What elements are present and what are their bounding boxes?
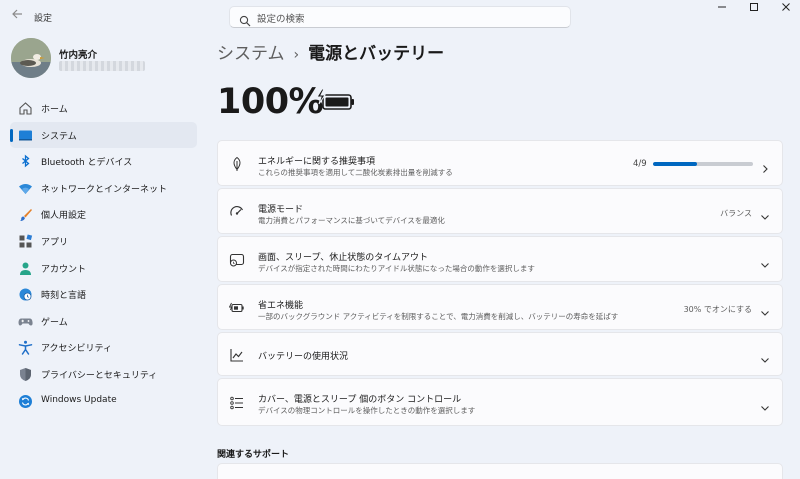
sidebar-item-apps[interactable]: アプリ [10, 228, 197, 255]
chevron-down-icon[interactable] [760, 398, 770, 411]
battery-saver-value[interactable]: 30% でオンにする [684, 304, 752, 315]
sidebar-item-windows-update[interactable]: Windows Update [10, 388, 197, 415]
card-title: エネルギーに関する推奨事項 [258, 157, 376, 167]
battery-usage-card[interactable]: バッテリーの使用状況 [217, 332, 783, 376]
user-name: 竹内亮介 [59, 50, 98, 61]
card-subtitle: これらの推奨事項を適用して二酸化炭素排出量を削減する [258, 168, 453, 177]
card-title: 電源モード [258, 205, 304, 215]
brush-icon [18, 207, 33, 222]
shield-icon [18, 367, 33, 382]
breadcrumb: システム › 電源とバッテリー [217, 39, 444, 64]
sidebar-item-label: システム [41, 131, 77, 142]
battery-charging-icon [316, 88, 356, 114]
apps-icon [18, 234, 33, 249]
sidebar-item-label: Bluetooth とデバイス [41, 158, 133, 169]
page-title: 電源とバッテリー [308, 44, 445, 64]
search-box[interactable]: 設定の検索 [229, 6, 571, 28]
globe-clock-icon [18, 287, 33, 302]
sidebar-item-label: ネットワークとインターネット [41, 184, 168, 195]
battery-saver-card[interactable]: 省エネ機能 一部のバックグラウンド アクティビティを制限することで、電力消費を削… [217, 284, 783, 330]
power-mode-icon [229, 204, 245, 220]
sidebar-item-label: ゲーム [41, 317, 68, 328]
wifi-icon [18, 181, 33, 196]
sidebar-item-personalization[interactable]: 個人用設定 [10, 201, 197, 228]
chevron-down-icon[interactable] [760, 207, 770, 220]
chevron-down-icon[interactable] [760, 303, 770, 316]
sidebar-item-system[interactable]: システム [10, 121, 197, 149]
home-icon [18, 101, 33, 116]
recommendations-count: 4/9 [633, 159, 647, 169]
sidebar-item-label: プライバシーとセキュリティ [41, 370, 158, 381]
recommendations-progress-bar [653, 162, 753, 166]
card-title: バッテリーの使用状況 [258, 352, 349, 362]
battery-saver-icon [228, 300, 245, 316]
card-subtitle: デバイスの物理コントロールを操作したときの動作を選択します [258, 406, 476, 415]
sidebar-nav: ホーム システム Bluetooth とデバイス ネットワークとインターネット … [10, 95, 197, 414]
card-title: 画面、スリープ、休止状態のタイムアウト [258, 253, 429, 263]
energy-recommendations-card[interactable]: エネルギーに関する推奨事項 これらの推奨事項を適用して二酸化炭素排出量を削減する… [217, 140, 783, 186]
screen-sleep-icon [229, 252, 245, 268]
title-bar: 設定 設定の検索 [0, 0, 800, 34]
sidebar-item-label: Windows Update [41, 394, 117, 405]
gamepad-icon [18, 314, 33, 329]
sidebar-item-label: アカウント [41, 264, 87, 275]
sidebar-item-label: アプリ [41, 237, 69, 248]
list-controls-icon [229, 395, 245, 411]
card-subtitle: デバイスが指定された時間にわたりアイドル状態になった場合の動作を選択します [258, 264, 535, 273]
chevron-down-icon[interactable] [760, 255, 770, 268]
sidebar-item-accounts[interactable]: アカウント [10, 255, 197, 282]
update-icon [18, 394, 33, 409]
chevron-down-icon[interactable] [760, 350, 770, 363]
search-placeholder: 設定の検索 [257, 14, 305, 25]
sidebar-item-network[interactable]: ネットワークとインターネット [10, 175, 197, 202]
sidebar-item-home[interactable]: ホーム [10, 95, 197, 122]
power-mode-card[interactable]: 電源モード 電力消費とパフォーマンスに基づいてデバイスを最適化 バランス [217, 188, 783, 234]
accessibility-icon [18, 340, 33, 356]
related-support-card[interactable] [217, 463, 783, 479]
sidebar-item-label: ホーム [41, 105, 68, 115]
person-icon [18, 261, 33, 276]
back-arrow-icon[interactable] [8, 8, 26, 26]
sidebar-item-label: 時刻と言語 [41, 291, 87, 302]
sidebar-item-label: 個人用設定 [41, 211, 87, 222]
chevron-right-icon[interactable] [760, 159, 770, 173]
search-icon [239, 12, 251, 27]
card-subtitle: 電力消費とパフォーマンスに基づいてデバイスを最適化 [258, 216, 445, 225]
sidebar-item-accessibility[interactable]: アクセシビリティ [10, 334, 197, 361]
sidebar-item-privacy[interactable]: プライバシーとセキュリティ [10, 361, 197, 388]
user-email-blurred [59, 61, 145, 71]
sidebar-item-bluetooth[interactable]: Bluetooth とデバイス [10, 148, 197, 175]
monitor-icon [18, 128, 33, 143]
card-title: カバー、電源とスリープ 個のボタン コントロール [258, 395, 462, 405]
card-title: 省エネ機能 [258, 301, 304, 311]
leaf-icon [229, 156, 245, 172]
screen-sleep-timeout-card[interactable]: 画面、スリープ、休止状態のタイムアウト デバイスが指定された時間にわたりアイドル… [217, 236, 783, 282]
battery-percent: 100% [217, 82, 324, 122]
button-controls-card[interactable]: カバー、電源とスリープ 個のボタン コントロール デバイスの物理コントロールを操… [217, 378, 783, 426]
card-subtitle: 一部のバックグラウンド アクティビティを制限することで、電力消費を削減し、バッテ… [258, 312, 619, 321]
usage-chart-icon [229, 347, 245, 363]
power-mode-value[interactable]: バランス [720, 208, 752, 219]
app-title: 設定 [34, 14, 53, 24]
close-icon[interactable] [764, 0, 800, 22]
related-support-heading: 関連するサポート [217, 450, 290, 460]
breadcrumb-separator-icon: › [293, 47, 300, 63]
breadcrumb-parent[interactable]: システム [217, 44, 285, 64]
bluetooth-icon [18, 154, 33, 169]
progress-fill [653, 162, 698, 166]
avatar[interactable] [11, 38, 51, 78]
sidebar-item-label: アクセシビリティ [41, 344, 113, 355]
sidebar-item-gaming[interactable]: ゲーム [10, 308, 197, 335]
sidebar-item-time-language[interactable]: 時刻と言語 [10, 281, 197, 308]
